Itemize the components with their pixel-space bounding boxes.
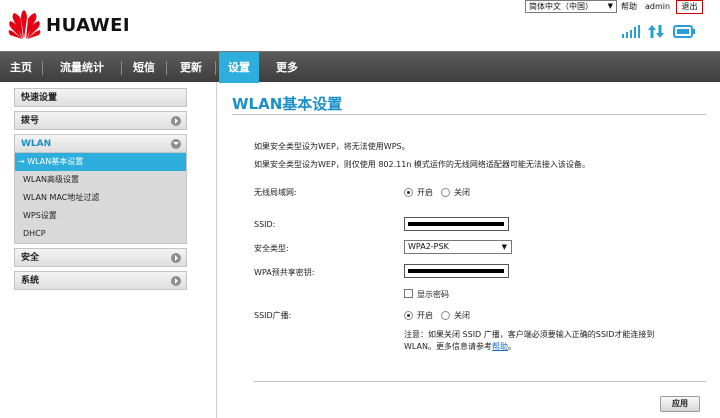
sidebar-item-mac-filter[interactable]: WLAN MAC地址过滤 bbox=[15, 189, 186, 207]
wep-note: 如果安全类型设为WEP，则仅使用 802.11n 模式运作的无线网络适配器可能无… bbox=[254, 160, 590, 169]
broadcast-on-radio[interactable] bbox=[404, 311, 413, 320]
sidebar-wlan[interactable]: WLAN bbox=[14, 134, 187, 153]
nav-update[interactable]: 更新 bbox=[167, 52, 215, 83]
status-icons bbox=[622, 25, 695, 38]
ssid-broadcast-label: SSID广播: bbox=[254, 311, 292, 320]
wireless-label: 无线局域网: bbox=[254, 188, 297, 197]
huawei-logo bbox=[8, 10, 41, 39]
sidebar-dialup-label: 拨号 bbox=[21, 116, 40, 126]
broadcast-off-radio[interactable] bbox=[441, 311, 450, 320]
nav-separator bbox=[215, 61, 216, 75]
wpa-key-label: WPA预共享密钥: bbox=[254, 268, 315, 277]
sidebar-quick-setup-label: 快速设置 bbox=[21, 93, 58, 103]
main-navbar: 主页 流量统计 短信 更新 设置 更多 bbox=[0, 51, 720, 83]
sidebar-wlan-submenu: → WLAN基本设置 WLAN高级设置 WLAN MAC地址过滤 WPS设置 D… bbox=[14, 153, 187, 244]
sidebar: 快速设置 拨号 WLAN → WLAN基本设置 WLAN高级设置 WLAN MA… bbox=[14, 88, 187, 294]
header: HUAWEI 简体中文（中国） ▼ 帮助 admin 退出 bbox=[0, 0, 720, 50]
wpa-key-input[interactable] bbox=[404, 264, 509, 278]
sidebar-item-wlan-basic[interactable]: → WLAN基本设置 bbox=[15, 153, 186, 171]
sidebar-item-wlan-advanced[interactable]: WLAN高级设置 bbox=[15, 171, 186, 189]
sidebar-security-label: 安全 bbox=[21, 253, 40, 263]
form-divider bbox=[254, 381, 706, 382]
sidebar-item-wps[interactable]: WPS设置 bbox=[15, 207, 186, 225]
show-password-checkbox[interactable] bbox=[404, 289, 413, 298]
broadcast-off-label: 关闭 bbox=[454, 311, 470, 320]
chevron-right-icon bbox=[171, 276, 181, 286]
sidebar-dialup[interactable]: 拨号 bbox=[14, 111, 187, 130]
broadcast-note-text: WLAN。更多信息请参考 bbox=[404, 342, 493, 351]
apply-button[interactable]: 应用 bbox=[660, 396, 700, 412]
sidebar-system-label: 系统 bbox=[21, 276, 40, 286]
data-transfer-icon bbox=[648, 25, 664, 38]
brand-name: HUAWEI bbox=[46, 15, 131, 36]
security-type-value: WPA2-PSK bbox=[408, 242, 449, 251]
title-divider bbox=[232, 114, 706, 115]
signal-icon bbox=[622, 25, 640, 38]
nav-sms[interactable]: 短信 bbox=[122, 52, 166, 83]
sidebar-wlan-label: WLAN bbox=[21, 139, 52, 149]
chevron-down-icon: ▼ bbox=[501, 243, 507, 251]
wireless-on-radio[interactable] bbox=[404, 188, 413, 197]
ssid-input[interactable] bbox=[404, 217, 509, 231]
sidebar-quick-setup[interactable]: 快速设置 bbox=[14, 88, 187, 107]
broadcast-note-line2: WLAN。更多信息请参考帮助。 bbox=[404, 341, 516, 352]
chevron-right-icon bbox=[171, 116, 181, 126]
language-value: 简体中文（中国） bbox=[529, 2, 593, 11]
content-divider bbox=[216, 82, 217, 418]
nav-home[interactable]: 主页 bbox=[0, 52, 42, 83]
help-link[interactable]: 帮助 bbox=[621, 1, 637, 12]
ssid-label: SSID: bbox=[254, 220, 276, 229]
broadcast-on-label: 开启 bbox=[417, 311, 433, 320]
nav-more[interactable]: 更多 bbox=[262, 52, 312, 83]
logout-button[interactable]: 退出 bbox=[676, 0, 703, 14]
sidebar-item-dhcp[interactable]: DHCP bbox=[15, 225, 186, 243]
language-select[interactable]: 简体中文（中国） ▼ bbox=[525, 0, 617, 13]
nav-traffic-stats[interactable]: 流量统计 bbox=[43, 52, 121, 83]
chevron-down-icon: ▼ bbox=[607, 2, 613, 10]
security-type-select[interactable]: WPA2-PSK ▼ bbox=[404, 240, 512, 254]
wps-note: 如果安全类型设为WEP，将无法使用WPS。 bbox=[254, 142, 410, 151]
battery-icon bbox=[673, 25, 695, 38]
wireless-off-radio[interactable] bbox=[441, 188, 450, 197]
nav-settings[interactable]: 设置 bbox=[219, 52, 259, 83]
sidebar-system[interactable]: 系统 bbox=[14, 271, 187, 290]
broadcast-note-line1: 注意：如果关闭 SSID 广播，客户端必须要输入正确的SSID才能连接到 bbox=[404, 330, 655, 339]
wireless-off-label: 关闭 bbox=[454, 188, 470, 197]
chevron-down-icon bbox=[171, 139, 181, 149]
sidebar-security[interactable]: 安全 bbox=[14, 248, 187, 267]
security-type-label: 安全类型: bbox=[254, 244, 289, 253]
help-link-inline[interactable]: 帮助 bbox=[492, 342, 508, 351]
page-title: WLAN基本设置 bbox=[232, 95, 343, 113]
broadcast-note-period: 。 bbox=[508, 342, 517, 351]
ssid-redacted bbox=[408, 222, 504, 226]
username: admin bbox=[645, 2, 671, 11]
wpa-key-redacted bbox=[408, 269, 504, 273]
wireless-on-label: 开启 bbox=[417, 188, 433, 197]
chevron-right-icon bbox=[171, 253, 181, 263]
show-password-label: 显示密码 bbox=[417, 290, 449, 299]
